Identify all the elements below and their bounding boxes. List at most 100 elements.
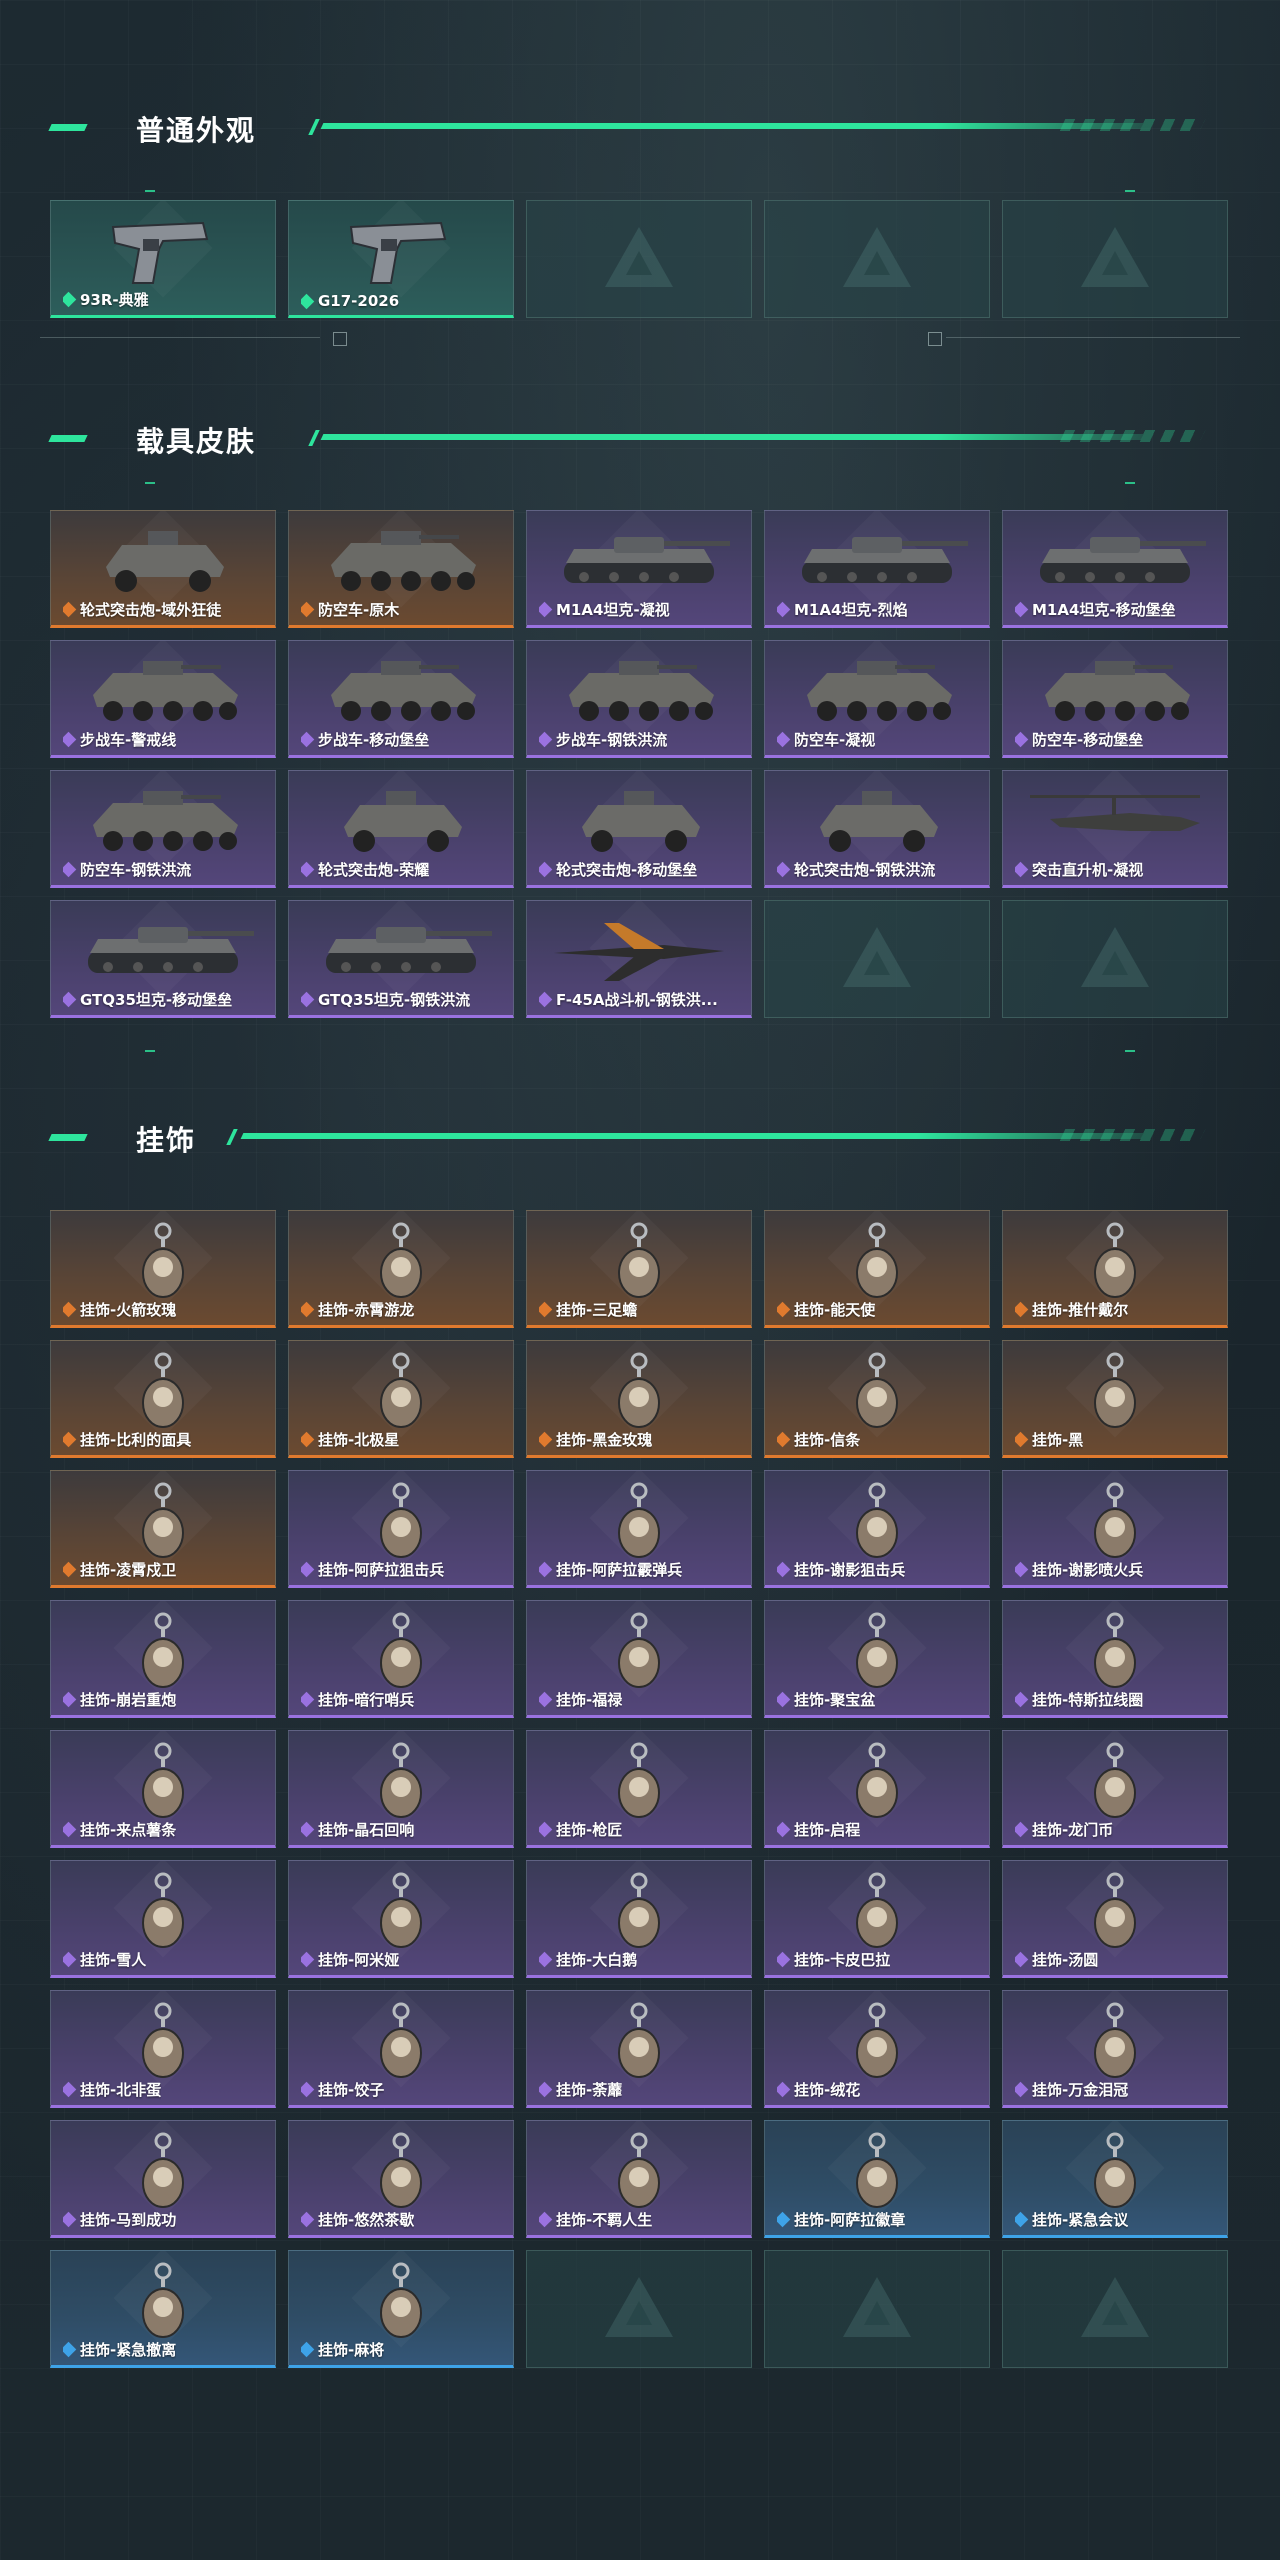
item-card[interactable]: 挂饰-来点薯条 (50, 1730, 276, 1848)
item-card[interactable]: 挂饰-福禄 (526, 1600, 752, 1718)
section-title: 普通外观 (136, 114, 257, 147)
rarity-diamond-icon (777, 1691, 791, 1708)
item-card[interactable]: 挂饰-谢影喷火兵 (1002, 1470, 1228, 1588)
item-card[interactable]: 挂饰-大白鹅 (526, 1860, 752, 1978)
item-name: 挂饰-龙门币 (1032, 1821, 1114, 1839)
item-card[interactable]: M1A4坦克-凝视 (526, 510, 752, 628)
item-card[interactable]: 挂饰-阿萨拉霰弹兵 (526, 1470, 752, 1588)
item-card[interactable]: 挂饰-饺子 (288, 1990, 514, 2108)
item-card[interactable]: 防空车-移动堡垒 (1002, 640, 1228, 758)
item-card[interactable]: 挂饰-阿萨拉狙击兵 (288, 1470, 514, 1588)
item-card[interactable]: 轮式突击炮-移动堡垒 (526, 770, 752, 888)
item-card[interactable]: 挂饰-晶石回响 (288, 1730, 514, 1848)
item-card[interactable]: 挂饰-启程 (764, 1730, 990, 1848)
item-card[interactable]: GTQ35坦克-移动堡垒 (50, 900, 276, 1018)
item-card[interactable]: 挂饰-能天使 (764, 1210, 990, 1328)
item-name: 挂饰-大白鹅 (556, 1951, 638, 1969)
item-card[interactable]: 挂饰-雪人 (50, 1860, 276, 1978)
item-label: 挂饰-龙门币 (1015, 1819, 1221, 1840)
item-card[interactable]: 挂饰-绒花 (764, 1990, 990, 2108)
item-card[interactable]: 挂饰-卡皮巴拉 (764, 1860, 990, 1978)
item-card[interactable]: 挂饰-枪匠 (526, 1730, 752, 1848)
item-card[interactable]: 挂饰-凌霄戍卫 (50, 1470, 276, 1588)
game-logo-icon (1081, 927, 1149, 987)
item-label: 挂饰-黑金玫瑰 (539, 1429, 745, 1450)
item-name: 挂饰-万金泪冠 (1032, 2081, 1129, 2099)
item-label: 挂饰-暗行哨兵 (301, 1689, 507, 1710)
item-card[interactable]: 挂饰-推什戴尔 (1002, 1210, 1228, 1328)
item-card[interactable]: 93R-典雅 (50, 200, 276, 318)
item-card[interactable]: 步战车-警戒线 (50, 640, 276, 758)
item-card[interactable]: G17-2026 (288, 200, 514, 318)
item-card[interactable]: 步战车-移动堡垒 (288, 640, 514, 758)
item-card[interactable]: 轮式突击炮-钢铁洪流 (764, 770, 990, 888)
item-card[interactable]: 挂饰-荼蘼 (526, 1990, 752, 2108)
charm-icon (380, 2002, 422, 2078)
item-card[interactable]: M1A4坦克-烈焰 (764, 510, 990, 628)
item-card[interactable]: 挂饰-黑 (1002, 1340, 1228, 1458)
item-label: 挂饰-绒花 (777, 2079, 983, 2100)
item-card[interactable]: 挂饰-紧急撤离 (50, 2250, 276, 2368)
tank-icon (564, 537, 730, 583)
item-name: M1A4坦克-烈焰 (794, 601, 908, 619)
item-card[interactable]: 挂饰-赤霄游龙 (288, 1210, 514, 1328)
rarity-diamond-icon (539, 861, 553, 878)
item-card[interactable]: M1A4坦克-移动堡垒 (1002, 510, 1228, 628)
pistol-icon (349, 221, 447, 284)
item-card[interactable]: 挂饰-马到成功 (50, 2120, 276, 2238)
item-card[interactable]: F-45A战斗机-钢铁洪... (526, 900, 752, 1018)
item-card[interactable]: 挂饰-聚宝盆 (764, 1600, 990, 1718)
tank-icon (88, 927, 254, 973)
item-card[interactable]: 挂饰-紧急会议 (1002, 2120, 1228, 2238)
item-card[interactable]: 挂饰-北非蛋 (50, 1990, 276, 2108)
header-line (320, 123, 1144, 129)
item-card[interactable]: 轮式突击炮-荣耀 (288, 770, 514, 888)
item-card[interactable]: 挂饰-汤圆 (1002, 1860, 1228, 1978)
item-card[interactable]: 挂饰-黑金玫瑰 (526, 1340, 752, 1458)
item-card[interactable]: 挂饰-火箭玫瑰 (50, 1210, 276, 1328)
item-label: 挂饰-晶石回响 (301, 1819, 507, 1840)
item-label: 挂饰-特斯拉线圈 (1015, 1689, 1221, 1710)
item-label: GTQ35坦克-钢铁洪流 (301, 989, 507, 1010)
item-name: 挂饰-马到成功 (80, 2211, 177, 2229)
item-card[interactable]: 挂饰-阿米娅 (288, 1860, 514, 1978)
item-name: 挂饰-赤霄游龙 (318, 1301, 415, 1319)
item-card[interactable]: 挂饰-北极星 (288, 1340, 514, 1458)
item-card[interactable]: 挂饰-阿萨拉徽章 (764, 2120, 990, 2238)
empty-slot (1002, 200, 1228, 318)
item-name: 挂饰-火箭玫瑰 (80, 1301, 177, 1319)
item-card[interactable]: 挂饰-比利的面具 (50, 1340, 276, 1458)
item-card[interactable]: 挂饰-悠然茶歇 (288, 2120, 514, 2238)
item-card[interactable]: 防空车-钢铁洪流 (50, 770, 276, 888)
item-card[interactable]: 挂饰-信条 (764, 1340, 990, 1458)
rarity-diamond-icon (539, 1431, 553, 1448)
item-card[interactable]: 挂饰-崩岩重炮 (50, 1600, 276, 1718)
empty-slot (764, 900, 990, 1018)
item-card[interactable]: 挂饰-万金泪冠 (1002, 1990, 1228, 2108)
item-card[interactable]: 挂饰-谢影狙击兵 (764, 1470, 990, 1588)
item-card[interactable]: 防空车-凝视 (764, 640, 990, 758)
item-card[interactable]: 挂饰-暗行哨兵 (288, 1600, 514, 1718)
item-label: 挂饰-赤霄游龙 (301, 1299, 507, 1320)
item-card[interactable]: 挂饰-特斯拉线圈 (1002, 1600, 1228, 1718)
item-card[interactable]: 挂饰-不羁人生 (526, 2120, 752, 2238)
item-card[interactable]: 挂饰-龙门币 (1002, 1730, 1228, 1848)
item-name: 防空车-钢铁洪流 (80, 861, 192, 879)
item-card[interactable]: 轮式突击炮-域外狂徒 (50, 510, 276, 628)
item-name: 挂饰-麻将 (318, 2341, 385, 2359)
charm-icon (380, 2262, 422, 2338)
item-card[interactable]: 挂饰-麻将 (288, 2250, 514, 2368)
armored-car-icon (344, 791, 462, 852)
item-card[interactable]: 挂饰-三足蟾 (526, 1210, 752, 1328)
rarity-diamond-icon (63, 991, 77, 1008)
charm-icon (856, 1222, 898, 1298)
rarity-diamond-icon (1015, 1821, 1029, 1838)
item-label: M1A4坦克-凝视 (539, 599, 745, 620)
item-card[interactable]: 步战车-钢铁洪流 (526, 640, 752, 758)
item-label: 挂饰-万金泪冠 (1015, 2079, 1221, 2100)
charm-icon (618, 1482, 660, 1558)
item-label: 挂饰-三足蟾 (539, 1299, 745, 1320)
item-card[interactable]: 突击直升机-凝视 (1002, 770, 1228, 888)
item-card[interactable]: GTQ35坦克-钢铁洪流 (288, 900, 514, 1018)
item-card[interactable]: 防空车-原木 (288, 510, 514, 628)
